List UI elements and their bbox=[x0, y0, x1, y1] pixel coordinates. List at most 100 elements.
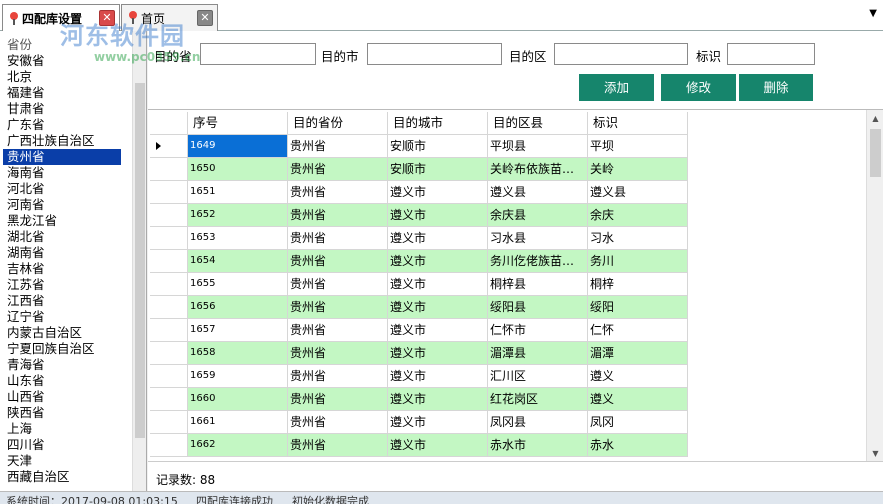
close-icon[interactable]: ✕ bbox=[197, 10, 213, 26]
grid-cell[interactable]: 1651 bbox=[188, 181, 288, 204]
grid-cell[interactable]: 凤冈 bbox=[588, 411, 688, 434]
grid-cell[interactable]: 1649 bbox=[188, 135, 288, 158]
grid-cell[interactable]: 关岭布依族苗… bbox=[488, 158, 588, 181]
grid-cell[interactable]: 遵义市 bbox=[388, 250, 488, 273]
grid-cell[interactable]: 汇川区 bbox=[488, 365, 588, 388]
tab-four-match-settings[interactable]: 四配库设置 ✕ bbox=[2, 4, 120, 32]
province-item[interactable]: 北京 bbox=[0, 69, 132, 85]
province-item[interactable]: 湖北省 bbox=[0, 229, 132, 245]
grid-cell[interactable]: 1655 bbox=[188, 273, 288, 296]
province-filter-input[interactable] bbox=[200, 43, 316, 65]
province-item[interactable]: 陕西省 bbox=[0, 405, 132, 421]
grid-scrollbar[interactable]: ▲ ▼ bbox=[866, 110, 883, 461]
grid-cell[interactable]: 1650 bbox=[188, 158, 288, 181]
city-filter-input[interactable] bbox=[367, 43, 502, 65]
column-header[interactable]: 目的区县 bbox=[488, 112, 588, 135]
row-header[interactable] bbox=[150, 273, 188, 296]
grid-cell[interactable]: 务川仡佬族苗… bbox=[488, 250, 588, 273]
province-item[interactable]: 广西壮族自治区 bbox=[0, 133, 132, 149]
grid-cell[interactable]: 1652 bbox=[188, 204, 288, 227]
grid-cell[interactable]: 贵州省 bbox=[288, 250, 388, 273]
row-header[interactable] bbox=[150, 365, 188, 388]
grid-cell[interactable]: 1659 bbox=[188, 365, 288, 388]
grid-cell[interactable]: 遵义 bbox=[588, 365, 688, 388]
grid-cell[interactable]: 贵州省 bbox=[288, 388, 388, 411]
province-item[interactable]: 河南省 bbox=[0, 197, 132, 213]
province-item[interactable]: 福建省 bbox=[0, 85, 132, 101]
grid-cell[interactable]: 绥阳县 bbox=[488, 296, 588, 319]
grid-cell[interactable]: 1658 bbox=[188, 342, 288, 365]
row-header[interactable] bbox=[150, 319, 188, 342]
grid-cell[interactable]: 贵州省 bbox=[288, 365, 388, 388]
province-item[interactable]: 河北省 bbox=[0, 181, 132, 197]
province-item[interactable]: 山东省 bbox=[0, 373, 132, 389]
grid-cell[interactable]: 遵义市 bbox=[388, 181, 488, 204]
grid-cell[interactable]: 赤水 bbox=[588, 434, 688, 457]
district-filter-input[interactable] bbox=[554, 43, 688, 65]
grid-cell[interactable]: 贵州省 bbox=[288, 319, 388, 342]
grid-cell[interactable]: 遵义市 bbox=[388, 227, 488, 250]
scrollbar-thumb[interactable] bbox=[135, 83, 145, 438]
province-item[interactable]: 广东省 bbox=[0, 117, 132, 133]
row-header[interactable] bbox=[150, 296, 188, 319]
province-item[interactable]: 宁夏回族自治区 bbox=[0, 341, 132, 357]
grid-cell[interactable]: 遵义市 bbox=[388, 319, 488, 342]
column-header[interactable]: 目的城市 bbox=[388, 112, 488, 135]
grid-cell[interactable]: 贵州省 bbox=[288, 135, 388, 158]
grid-cell[interactable]: 平坝 bbox=[588, 135, 688, 158]
grid-cell[interactable]: 遵义市 bbox=[388, 204, 488, 227]
row-header[interactable] bbox=[150, 388, 188, 411]
grid-cell[interactable]: 1662 bbox=[188, 434, 288, 457]
column-header[interactable]: 标识 bbox=[588, 112, 688, 135]
grid-cell[interactable]: 凤冈县 bbox=[488, 411, 588, 434]
province-item[interactable]: 上海 bbox=[0, 421, 132, 437]
scroll-up-icon[interactable]: ▲ bbox=[867, 110, 883, 127]
grid-cell[interactable]: 务川 bbox=[588, 250, 688, 273]
grid-cell[interactable]: 贵州省 bbox=[288, 296, 388, 319]
grid-cell[interactable]: 习水 bbox=[588, 227, 688, 250]
grid-cell[interactable]: 1654 bbox=[188, 250, 288, 273]
province-item[interactable]: 海南省 bbox=[0, 165, 132, 181]
column-header[interactable]: 序号 bbox=[188, 112, 288, 135]
column-header[interactable]: 目的省份 bbox=[288, 112, 388, 135]
grid-cell[interactable]: 贵州省 bbox=[288, 158, 388, 181]
delete-button[interactable]: 删除 bbox=[739, 74, 813, 101]
grid-cell[interactable]: 贵州省 bbox=[288, 273, 388, 296]
grid-cell[interactable]: 赤水市 bbox=[488, 434, 588, 457]
grid-cell[interactable]: 遵义市 bbox=[388, 296, 488, 319]
province-item[interactable]: 吉林省 bbox=[0, 261, 132, 277]
grid-cell[interactable]: 1660 bbox=[188, 388, 288, 411]
province-item[interactable]: 内蒙古自治区 bbox=[0, 325, 132, 341]
grid-cell[interactable]: 安顺市 bbox=[388, 158, 488, 181]
grid-cell[interactable]: 湄潭 bbox=[588, 342, 688, 365]
grid-cell[interactable]: 桐梓 bbox=[588, 273, 688, 296]
grid-cell[interactable]: 习水县 bbox=[488, 227, 588, 250]
province-item[interactable]: 江苏省 bbox=[0, 277, 132, 293]
province-item[interactable]: 甘肃省 bbox=[0, 101, 132, 117]
grid-cell[interactable]: 遵义市 bbox=[388, 388, 488, 411]
province-item[interactable]: 湖南省 bbox=[0, 245, 132, 261]
grid-cell[interactable]: 1656 bbox=[188, 296, 288, 319]
grid-cell[interactable]: 平坝县 bbox=[488, 135, 588, 158]
grid-cell[interactable]: 遵义市 bbox=[388, 434, 488, 457]
province-item[interactable]: 山西省 bbox=[0, 389, 132, 405]
grid-cell[interactable]: 贵州省 bbox=[288, 342, 388, 365]
grid-cell[interactable]: 湄潭县 bbox=[488, 342, 588, 365]
row-header[interactable] bbox=[150, 411, 188, 434]
province-item[interactable]: 江西省 bbox=[0, 293, 132, 309]
grid-cell[interactable]: 关岭 bbox=[588, 158, 688, 181]
row-header[interactable] bbox=[150, 342, 188, 365]
close-icon[interactable]: ✕ bbox=[99, 10, 115, 26]
dropdown-arrow-icon[interactable]: ▼ bbox=[869, 8, 877, 19]
row-header[interactable] bbox=[150, 204, 188, 227]
province-item[interactable]: 青海省 bbox=[0, 357, 132, 373]
grid-cell[interactable]: 绥阳 bbox=[588, 296, 688, 319]
row-header[interactable] bbox=[150, 158, 188, 181]
grid-cell[interactable]: 仁怀市 bbox=[488, 319, 588, 342]
grid-cell[interactable]: 余庆县 bbox=[488, 204, 588, 227]
grid-cell[interactable]: 遵义市 bbox=[388, 342, 488, 365]
grid-cell[interactable]: 红花岗区 bbox=[488, 388, 588, 411]
grid-cell[interactable]: 遵义市 bbox=[388, 273, 488, 296]
province-list-scrollbar[interactable] bbox=[132, 31, 146, 491]
grid-cell[interactable]: 贵州省 bbox=[288, 434, 388, 457]
